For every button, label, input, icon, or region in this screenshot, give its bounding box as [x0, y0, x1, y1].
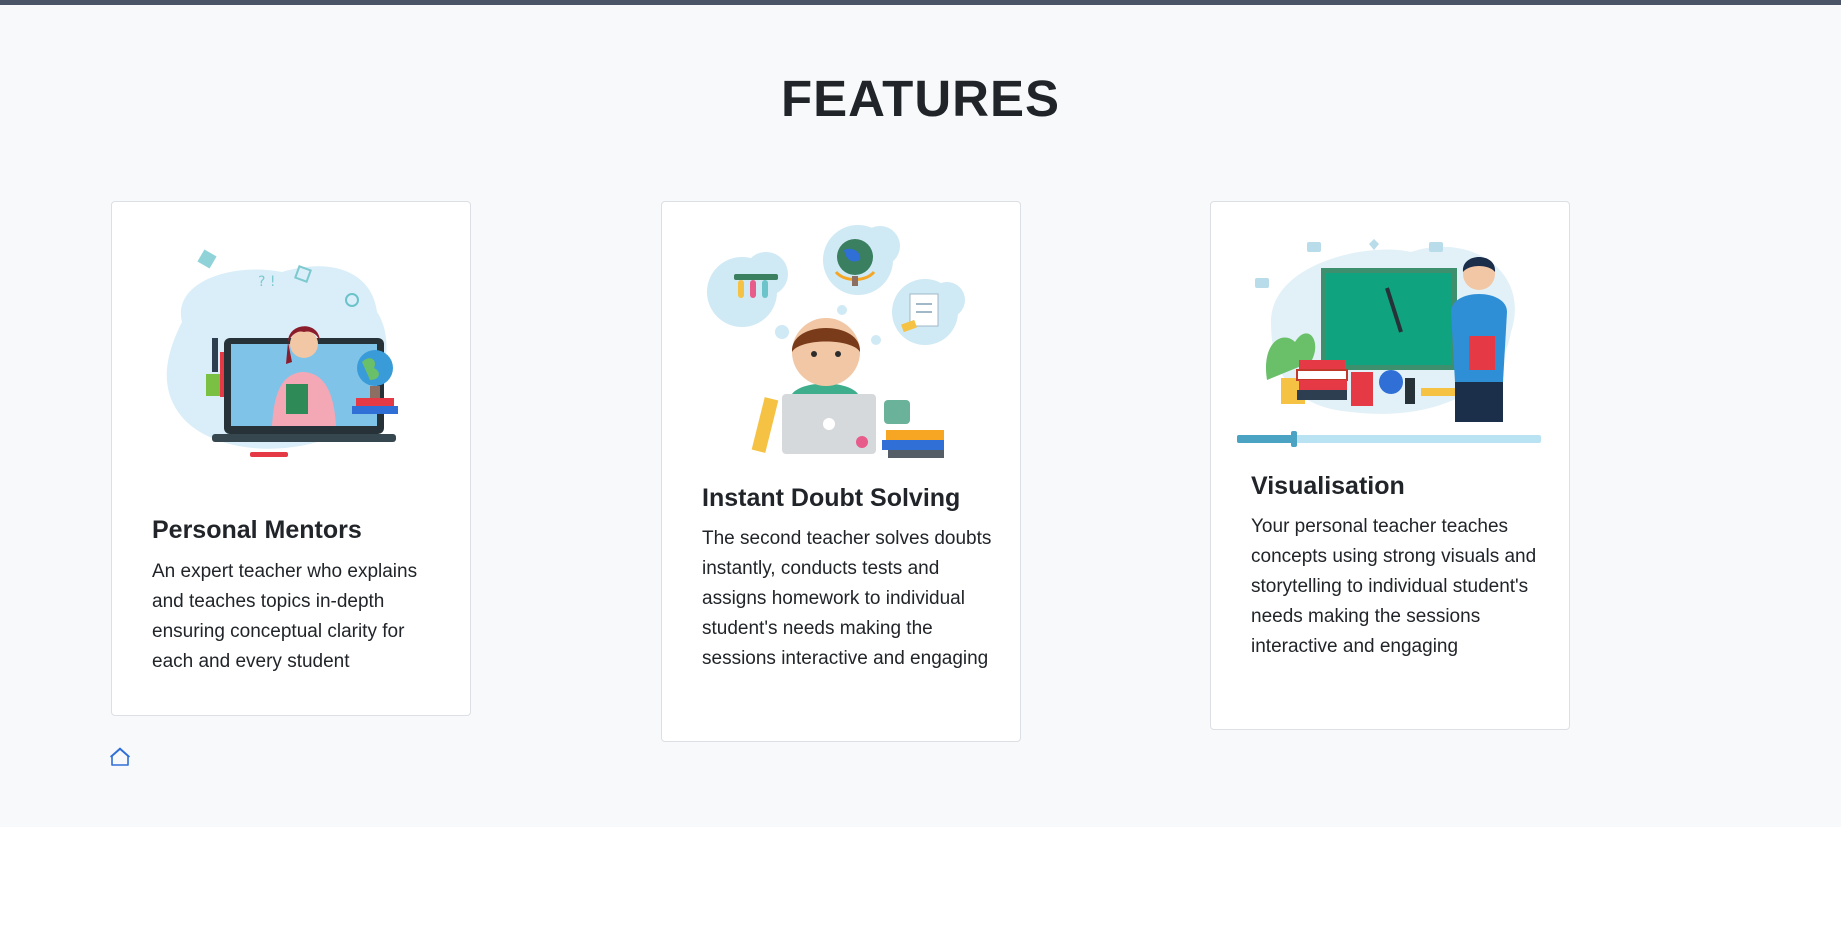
section-title: FEATURES — [780, 70, 1061, 127]
feature-description: Your personal teacher teaches concepts u… — [1251, 516, 1537, 657]
teacher-on-laptop-illustration: ? ! — [166, 249, 398, 457]
feature-card-instant-doubt-solving: Instant Doubt Solving The second teacher… — [661, 201, 1021, 742]
feature-title: Visualisation — [1251, 472, 1405, 500]
feature-title: Instant Doubt Solving — [702, 484, 961, 512]
teacher-at-board-illustration — [1237, 239, 1541, 447]
feature-description: The second teacher solves doubts instant… — [702, 528, 992, 669]
feature-card-visualisation: Visualisation Your personal teacher teac… — [1210, 201, 1570, 730]
features-section: FEATURES ? ! Personal Mentors An expert … — [0, 5, 1841, 827]
svg-text:? !: ? ! — [258, 274, 276, 290]
feature-description: An expert teacher who explains and teach… — [152, 561, 418, 672]
feature-card-personal-mentors: ? ! Personal Mentors An expert teacher w… — [111, 201, 471, 716]
student-thinking-illustration — [707, 225, 965, 458]
home-icon[interactable] — [108, 745, 132, 769]
feature-title: Personal Mentors — [152, 516, 362, 544]
